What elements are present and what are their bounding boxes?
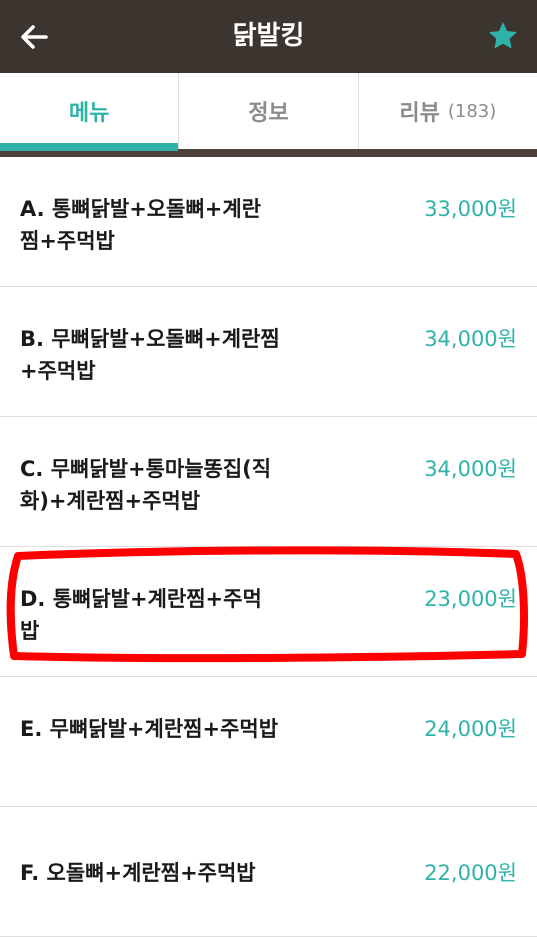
star-icon	[489, 22, 517, 49]
menu-item-f[interactable]: F. 오돌뼈+계란찜+주먹밥 22,000원	[0, 807, 537, 937]
menu-item-d[interactable]: D. 통뼈닭발+계란찜+주먹밥 23,000원	[0, 547, 537, 677]
tab-menu-label: 메뉴	[68, 101, 110, 126]
menu-item-price: 22,000원	[424, 861, 517, 885]
app-header: 닭발킹	[0, 0, 537, 73]
menu-item-e[interactable]: E. 무뼈닭발+계란찜+주먹밥 24,000원	[0, 677, 537, 807]
review-count: (183)	[447, 100, 497, 122]
menu-item-price: 34,000원	[424, 457, 517, 481]
favorite-button[interactable]	[485, 18, 521, 54]
arrow-left-icon	[21, 25, 48, 49]
menu-item-price: 23,000원	[424, 587, 517, 611]
menu-item-c[interactable]: C. 무뼈닭발+통마늘똥집(직화)+계란찜+주먹밥 34,000원	[0, 417, 537, 547]
menu-item-name: B. 무뼈닭발+오돌뼈+계란찜+주먹밥	[20, 327, 280, 383]
active-tab-indicator	[0, 143, 178, 151]
menu-item-price: 33,000원	[424, 197, 517, 221]
tab-info[interactable]: 정보	[178, 73, 357, 149]
menu-item-price: 34,000원	[424, 327, 517, 351]
tab-reviews-label: 리뷰	[399, 101, 440, 126]
menu-item-name: D. 통뼈닭발+계란찜+주먹밥	[20, 587, 262, 643]
menu-item-name: C. 무뼈닭발+통마늘똥집(직화)+계란찜+주먹밥	[20, 457, 272, 513]
menu-item-name: F. 오돌뼈+계란찜+주먹밥	[20, 861, 256, 885]
back-button[interactable]	[14, 17, 54, 57]
menu-list: A. 통뼈닭발+오돌뼈+계란찜+주먹밥 33,000원 B. 무뼈닭발+오돌뼈+…	[0, 157, 537, 937]
tab-info-label: 정보	[248, 101, 289, 126]
menu-item-price: 24,000원	[424, 717, 517, 741]
tab-reviews[interactable]: 리뷰 (183)	[357, 73, 537, 149]
tab-menu[interactable]: 메뉴	[0, 73, 178, 149]
menu-item-b[interactable]: B. 무뼈닭발+오돌뼈+계란찜+주먹밥 34,000원	[0, 287, 537, 417]
menu-item-name: E. 무뼈닭발+계란찜+주먹밥	[20, 717, 279, 741]
page-title: 닭발킹	[232, 21, 305, 51]
menu-item-name: A. 통뼈닭발+오돌뼈+계란찜+주먹밥	[20, 197, 262, 253]
tab-bar: 메뉴 정보 리뷰 (183)	[0, 73, 537, 149]
menu-item-a[interactable]: A. 통뼈닭발+오돌뼈+계란찜+주먹밥 33,000원	[0, 157, 537, 287]
